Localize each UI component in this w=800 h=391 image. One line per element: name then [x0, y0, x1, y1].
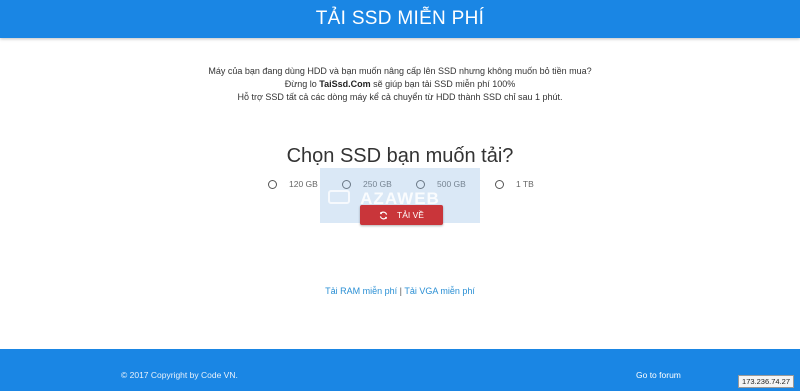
intro-line-2-suffix: sẽ giúp bạn tải SSD miễn phí 100%	[370, 79, 516, 89]
page-title: TẢI SSD MIỄN PHÍ	[315, 8, 485, 29]
free-vga-link[interactable]: Tải VGA miễn phí	[404, 286, 475, 296]
intro-line-2: Đừng lo TaiSsd.Com sẽ giúp bạn tải SSD m…	[0, 78, 800, 91]
option-1tb[interactable]: 1 TB	[495, 179, 534, 189]
intro-line-2-prefix: Đừng lo	[284, 79, 320, 89]
download-button[interactable]: TẢI VỀ	[360, 205, 443, 225]
related-links: Tải RAM miễn phí | Tải VGA miễn phí	[0, 286, 800, 296]
option-120gb-label: 120 GB	[289, 179, 318, 189]
option-1tb-label: 1 TB	[516, 179, 534, 189]
intro-text: Máy của bạn đang dùng HDD và bạn muốn nâ…	[0, 65, 800, 104]
radio-120gb[interactable]	[268, 179, 277, 189]
copyright-text: © 2017 Copyright by Code VN.	[121, 370, 238, 380]
ip-address-badge: 173.236.74.27	[738, 375, 794, 388]
chooser-title: Chọn SSD bạn muốn tải?	[286, 145, 514, 167]
intro-line-3: Hỗ trợ SSD tất cả các dòng máy kể cả chu…	[237, 92, 563, 102]
brand-name: TaiSsd.Com	[319, 79, 371, 89]
intro-line-1: Máy của bạn đang dùng HDD và bạn muốn nâ…	[208, 66, 592, 76]
watermark-logo-icon	[328, 190, 350, 204]
radio-1tb[interactable]	[495, 179, 504, 189]
site-header: TẢI SSD MIỄN PHÍ	[0, 0, 800, 38]
free-ram-link[interactable]: Tải RAM miễn phí	[325, 286, 397, 296]
option-120gb[interactable]: 120 GB	[268, 179, 318, 189]
download-button-label: TẢI VỀ	[397, 210, 424, 220]
refresh-icon	[379, 210, 388, 220]
forum-link[interactable]: Go to forum	[636, 370, 681, 380]
site-footer: © 2017 Copyright by Code VN. Go to forum	[0, 349, 800, 391]
